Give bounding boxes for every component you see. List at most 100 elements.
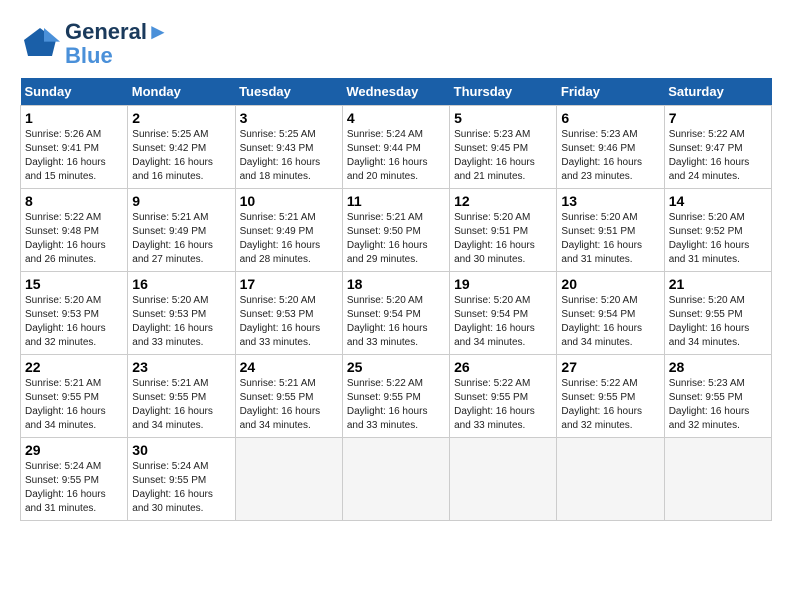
day-number: 26 (454, 359, 552, 375)
day-number: 22 (25, 359, 123, 375)
day-info: Sunrise: 5:22 AMSunset: 9:55 PMDaylight:… (561, 378, 642, 431)
day-info: Sunrise: 5:23 AMSunset: 9:46 PMDaylight:… (561, 129, 642, 182)
day-number: 29 (25, 442, 123, 458)
calendar-day-cell: 5 Sunrise: 5:23 AMSunset: 9:45 PMDayligh… (450, 106, 557, 189)
calendar-day-cell (450, 438, 557, 521)
calendar-day-cell: 1 Sunrise: 5:26 AMSunset: 9:41 PMDayligh… (21, 106, 128, 189)
day-number: 27 (561, 359, 659, 375)
day-number: 14 (669, 193, 767, 209)
day-info: Sunrise: 5:20 AMSunset: 9:53 PMDaylight:… (132, 295, 213, 348)
day-number: 17 (240, 276, 338, 292)
header-thursday: Thursday (450, 78, 557, 106)
day-number: 11 (347, 193, 445, 209)
calendar-week-row: 1 Sunrise: 5:26 AMSunset: 9:41 PMDayligh… (21, 106, 772, 189)
day-number: 10 (240, 193, 338, 209)
logo-text: General► Blue (65, 20, 169, 68)
calendar-day-cell: 2 Sunrise: 5:25 AMSunset: 9:42 PMDayligh… (128, 106, 235, 189)
day-number: 19 (454, 276, 552, 292)
calendar-day-cell: 21 Sunrise: 5:20 AMSunset: 9:55 PMDaylig… (664, 272, 771, 355)
day-number: 3 (240, 110, 338, 126)
day-info: Sunrise: 5:22 AMSunset: 9:47 PMDaylight:… (669, 129, 750, 182)
calendar-day-cell: 28 Sunrise: 5:23 AMSunset: 9:55 PMDaylig… (664, 355, 771, 438)
day-info: Sunrise: 5:23 AMSunset: 9:55 PMDaylight:… (669, 378, 750, 431)
calendar-day-cell: 25 Sunrise: 5:22 AMSunset: 9:55 PMDaylig… (342, 355, 449, 438)
header-tuesday: Tuesday (235, 78, 342, 106)
calendar-day-cell: 4 Sunrise: 5:24 AMSunset: 9:44 PMDayligh… (342, 106, 449, 189)
calendar-day-cell: 8 Sunrise: 5:22 AMSunset: 9:48 PMDayligh… (21, 189, 128, 272)
day-number: 30 (132, 442, 230, 458)
header-wednesday: Wednesday (342, 78, 449, 106)
day-info: Sunrise: 5:25 AMSunset: 9:43 PMDaylight:… (240, 129, 321, 182)
day-number: 23 (132, 359, 230, 375)
day-info: Sunrise: 5:21 AMSunset: 9:55 PMDaylight:… (240, 378, 321, 431)
calendar-week-row: 29 Sunrise: 5:24 AMSunset: 9:55 PMDaylig… (21, 438, 772, 521)
day-info: Sunrise: 5:22 AMSunset: 9:55 PMDaylight:… (454, 378, 535, 431)
day-number: 9 (132, 193, 230, 209)
day-info: Sunrise: 5:20 AMSunset: 9:53 PMDaylight:… (240, 295, 321, 348)
header-friday: Friday (557, 78, 664, 106)
day-info: Sunrise: 5:20 AMSunset: 9:55 PMDaylight:… (669, 295, 750, 348)
day-info: Sunrise: 5:23 AMSunset: 9:45 PMDaylight:… (454, 129, 535, 182)
day-number: 24 (240, 359, 338, 375)
calendar-day-cell: 26 Sunrise: 5:22 AMSunset: 9:55 PMDaylig… (450, 355, 557, 438)
day-info: Sunrise: 5:24 AMSunset: 9:55 PMDaylight:… (132, 461, 213, 514)
calendar-day-cell: 19 Sunrise: 5:20 AMSunset: 9:54 PMDaylig… (450, 272, 557, 355)
day-info: Sunrise: 5:20 AMSunset: 9:54 PMDaylight:… (454, 295, 535, 348)
day-info: Sunrise: 5:21 AMSunset: 9:55 PMDaylight:… (132, 378, 213, 431)
calendar-day-cell: 18 Sunrise: 5:20 AMSunset: 9:54 PMDaylig… (342, 272, 449, 355)
calendar-day-cell: 10 Sunrise: 5:21 AMSunset: 9:49 PMDaylig… (235, 189, 342, 272)
calendar-day-cell (342, 438, 449, 521)
day-number: 21 (669, 276, 767, 292)
header-sunday: Sunday (21, 78, 128, 106)
day-info: Sunrise: 5:21 AMSunset: 9:49 PMDaylight:… (240, 212, 321, 265)
calendar-week-row: 8 Sunrise: 5:22 AMSunset: 9:48 PMDayligh… (21, 189, 772, 272)
day-number: 4 (347, 110, 445, 126)
day-number: 8 (25, 193, 123, 209)
calendar-day-cell: 14 Sunrise: 5:20 AMSunset: 9:52 PMDaylig… (664, 189, 771, 272)
calendar-day-cell: 3 Sunrise: 5:25 AMSunset: 9:43 PMDayligh… (235, 106, 342, 189)
calendar-day-cell: 27 Sunrise: 5:22 AMSunset: 9:55 PMDaylig… (557, 355, 664, 438)
day-info: Sunrise: 5:20 AMSunset: 9:54 PMDaylight:… (347, 295, 428, 348)
calendar-week-row: 22 Sunrise: 5:21 AMSunset: 9:55 PMDaylig… (21, 355, 772, 438)
calendar-day-cell: 6 Sunrise: 5:23 AMSunset: 9:46 PMDayligh… (557, 106, 664, 189)
calendar-day-cell (664, 438, 771, 521)
day-number: 28 (669, 359, 767, 375)
calendar-day-cell: 9 Sunrise: 5:21 AMSunset: 9:49 PMDayligh… (128, 189, 235, 272)
calendar-day-cell: 29 Sunrise: 5:24 AMSunset: 9:55 PMDaylig… (21, 438, 128, 521)
day-number: 25 (347, 359, 445, 375)
day-info: Sunrise: 5:22 AMSunset: 9:55 PMDaylight:… (347, 378, 428, 431)
calendar-day-cell (557, 438, 664, 521)
day-info: Sunrise: 5:20 AMSunset: 9:51 PMDaylight:… (561, 212, 642, 265)
calendar-day-cell: 22 Sunrise: 5:21 AMSunset: 9:55 PMDaylig… (21, 355, 128, 438)
day-info: Sunrise: 5:20 AMSunset: 9:53 PMDaylight:… (25, 295, 106, 348)
calendar-day-cell: 13 Sunrise: 5:20 AMSunset: 9:51 PMDaylig… (557, 189, 664, 272)
calendar-day-cell: 15 Sunrise: 5:20 AMSunset: 9:53 PMDaylig… (21, 272, 128, 355)
calendar-day-cell: 7 Sunrise: 5:22 AMSunset: 9:47 PMDayligh… (664, 106, 771, 189)
calendar-day-cell: 30 Sunrise: 5:24 AMSunset: 9:55 PMDaylig… (128, 438, 235, 521)
calendar-day-cell: 23 Sunrise: 5:21 AMSunset: 9:55 PMDaylig… (128, 355, 235, 438)
day-info: Sunrise: 5:21 AMSunset: 9:49 PMDaylight:… (132, 212, 213, 265)
day-number: 13 (561, 193, 659, 209)
day-number: 2 (132, 110, 230, 126)
weekday-header-row: Sunday Monday Tuesday Wednesday Thursday… (21, 78, 772, 106)
day-info: Sunrise: 5:20 AMSunset: 9:52 PMDaylight:… (669, 212, 750, 265)
day-number: 7 (669, 110, 767, 126)
day-info: Sunrise: 5:24 AMSunset: 9:44 PMDaylight:… (347, 129, 428, 182)
calendar-day-cell (235, 438, 342, 521)
header-monday: Monday (128, 78, 235, 106)
calendar-day-cell: 20 Sunrise: 5:20 AMSunset: 9:54 PMDaylig… (557, 272, 664, 355)
day-number: 16 (132, 276, 230, 292)
day-number: 5 (454, 110, 552, 126)
header-saturday: Saturday (664, 78, 771, 106)
day-number: 15 (25, 276, 123, 292)
calendar-day-cell: 11 Sunrise: 5:21 AMSunset: 9:50 PMDaylig… (342, 189, 449, 272)
day-info: Sunrise: 5:21 AMSunset: 9:55 PMDaylight:… (25, 378, 106, 431)
logo-icon (20, 24, 60, 64)
calendar-day-cell: 17 Sunrise: 5:20 AMSunset: 9:53 PMDaylig… (235, 272, 342, 355)
day-number: 1 (25, 110, 123, 126)
calendar-table: Sunday Monday Tuesday Wednesday Thursday… (20, 78, 772, 521)
day-info: Sunrise: 5:22 AMSunset: 9:48 PMDaylight:… (25, 212, 106, 265)
logo: General► Blue (20, 20, 169, 68)
page-header: General► Blue (20, 20, 772, 68)
day-info: Sunrise: 5:20 AMSunset: 9:54 PMDaylight:… (561, 295, 642, 348)
